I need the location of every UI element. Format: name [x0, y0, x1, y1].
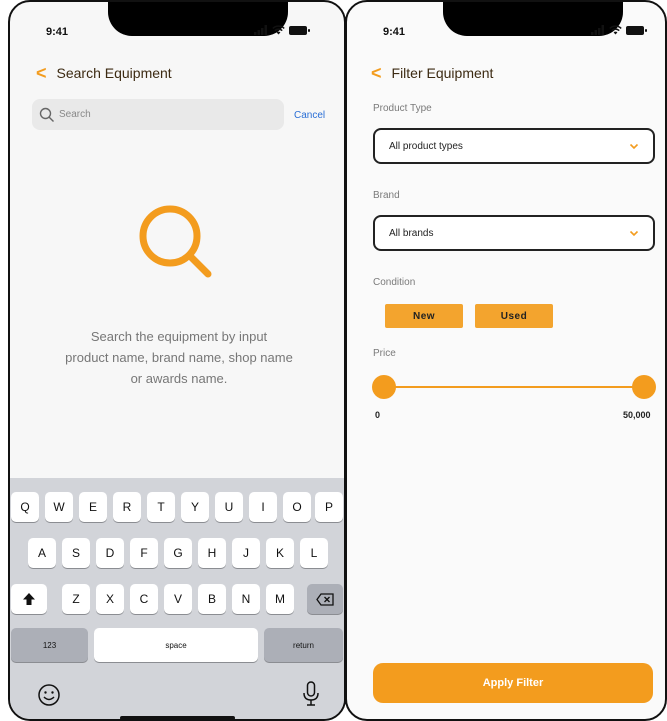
price-min-value: 0 [375, 410, 381, 420]
brand-label: Brand [373, 190, 400, 201]
price-min-handle[interactable] [372, 375, 396, 399]
empty-state-line: Search the equipment by input [90, 329, 268, 344]
product-type-value: All product types [389, 140, 463, 152]
price-slider-track[interactable] [383, 386, 645, 388]
brand-value: All brands [389, 227, 434, 239]
empty-state-line: or awards name. [130, 371, 228, 386]
key-p[interactable]: P [315, 492, 343, 522]
condition-new-button[interactable]: New [385, 304, 463, 328]
space-key[interactable]: space [94, 628, 258, 662]
backspace-key[interactable] [307, 584, 343, 614]
key-q[interactable]: Q [11, 492, 39, 522]
back-icon[interactable]: < [36, 64, 47, 82]
key-i[interactable]: I [249, 492, 277, 522]
product-type-label: Product Type [373, 103, 432, 114]
back-icon[interactable]: < [371, 64, 382, 82]
search-placeholder: Search [59, 109, 91, 120]
key-s[interactable]: S [62, 538, 90, 568]
key-j[interactable]: J [232, 538, 260, 568]
status-time: 9:41 [46, 26, 69, 38]
shift-key[interactable] [11, 584, 47, 614]
search-illustration-icon [139, 205, 212, 278]
search-equipment-screen: 9:41 < Search Equipment Search Cancel Se… [8, 0, 346, 721]
price-max-value: 50,000 [623, 410, 651, 420]
signal-icon [254, 25, 267, 35]
nav-bar: < Search Equipment [36, 64, 172, 82]
key-c[interactable]: C [130, 584, 158, 614]
wifi-icon [272, 25, 285, 35]
key-f[interactable]: F [130, 538, 158, 568]
key-o[interactable]: O [283, 492, 311, 522]
battery-icon [626, 25, 647, 35]
key-e[interactable]: E [79, 492, 107, 522]
key-x[interactable]: X [96, 584, 124, 614]
empty-state-line: product name, brand name, shop name [65, 350, 293, 365]
key-z[interactable]: Z [62, 584, 90, 614]
filter-equipment-screen: 9:41 < Filter Equipment Product Type All… [345, 0, 667, 721]
key-u[interactable]: U [215, 492, 243, 522]
cancel-button[interactable]: Cancel [294, 110, 325, 121]
backspace-icon [316, 592, 334, 606]
status-icons [254, 25, 310, 35]
signal-icon [591, 25, 604, 35]
chevron-down-icon [629, 143, 639, 150]
key-a[interactable]: A [28, 538, 56, 568]
key-b[interactable]: B [198, 584, 226, 614]
chevron-down-icon [629, 230, 639, 237]
numbers-key[interactable]: 123 [11, 628, 88, 662]
empty-state-text: Search the equipment by input product na… [40, 326, 318, 389]
search-input[interactable]: Search [32, 99, 284, 130]
return-key[interactable]: return [264, 628, 343, 662]
apply-filter-button[interactable]: Apply Filter [373, 663, 653, 703]
home-indicator [120, 716, 235, 719]
key-h[interactable]: H [198, 538, 226, 568]
key-m[interactable]: M [266, 584, 294, 614]
key-k[interactable]: K [266, 538, 294, 568]
wifi-icon [609, 25, 622, 35]
nav-bar: < Filter Equipment [371, 64, 493, 82]
key-d[interactable]: D [96, 538, 124, 568]
brand-select[interactable]: All brands [373, 215, 655, 251]
key-n[interactable]: N [232, 584, 260, 614]
emoji-icon[interactable] [37, 683, 61, 707]
key-g[interactable]: G [164, 538, 192, 568]
microphone-icon[interactable] [302, 681, 320, 707]
key-r[interactable]: R [113, 492, 141, 522]
price-max-handle[interactable] [632, 375, 656, 399]
keyboard: Q W E R T Y U I O P A S D F G H J K L Z … [10, 478, 344, 719]
condition-used-button[interactable]: Used [475, 304, 553, 328]
search-icon [39, 107, 54, 122]
page-title: Filter Equipment [391, 65, 494, 81]
status-time: 9:41 [383, 26, 406, 38]
key-y[interactable]: Y [181, 492, 209, 522]
product-type-select[interactable]: All product types [373, 128, 655, 164]
battery-icon [289, 25, 310, 35]
key-v[interactable]: V [164, 584, 192, 614]
condition-label: Condition [373, 277, 416, 288]
key-t[interactable]: T [147, 492, 175, 522]
price-label: Price [373, 348, 396, 359]
status-icons [591, 25, 647, 35]
key-l[interactable]: L [300, 538, 328, 568]
page-title: Search Equipment [56, 65, 172, 81]
key-w[interactable]: W [45, 492, 73, 522]
shift-icon [23, 593, 35, 605]
